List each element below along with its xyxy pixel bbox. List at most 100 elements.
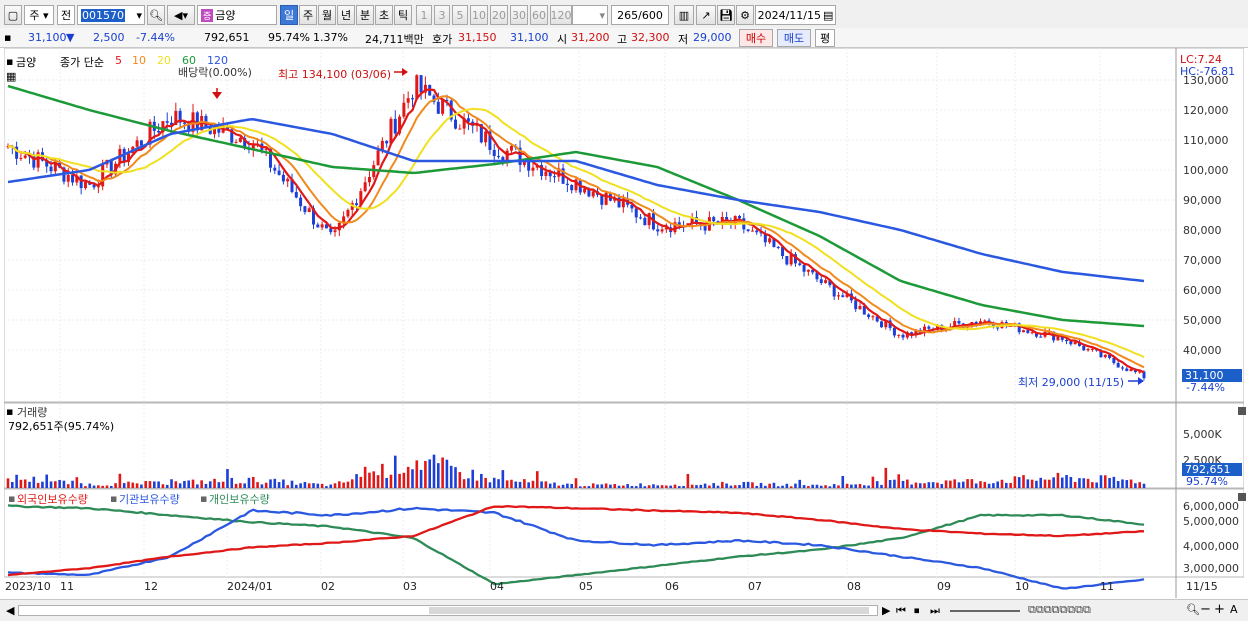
close-icon[interactable] [1238, 407, 1246, 415]
volume-bar [1078, 478, 1081, 488]
volume-bar [746, 481, 750, 488]
custom-interval-select[interactable]: ▾ [572, 5, 608, 25]
sell-button[interactable]: 매도 [777, 29, 811, 47]
volume-bar [1138, 482, 1141, 488]
volume-bar [260, 484, 264, 488]
scrollbar-track[interactable] [18, 605, 878, 616]
volume-bar [561, 484, 565, 488]
chart-area[interactable] [3, 47, 1245, 601]
scroll-left-icon[interactable]: ◀ [6, 604, 14, 617]
volume-bar [66, 484, 70, 488]
volume-bar [1005, 482, 1008, 488]
prev-button[interactable]: 전 [57, 5, 75, 25]
low-annotation: 최저 29,000 (11/15) [1018, 376, 1125, 389]
text-size-icon[interactable]: A [1230, 603, 1238, 616]
volume-bar [213, 478, 216, 488]
candle-body [329, 228, 333, 233]
save-icon[interactable]: 💾︎ [717, 5, 735, 25]
volume-bar [329, 484, 333, 488]
first-icon[interactable]: ⏮ [896, 604, 906, 618]
volume-bar [411, 469, 414, 488]
ma-legend-item[interactable]: 5 [115, 54, 122, 67]
speaker-icon[interactable]: ◀▾ [167, 5, 195, 25]
period-button[interactable]: 월 [318, 5, 336, 25]
stop-icon[interactable]: ⏹ [914, 604, 920, 618]
candle-body [656, 229, 660, 232]
volume-bar [92, 485, 96, 488]
scrollbar-thumb[interactable] [429, 607, 869, 614]
stock-name-field[interactable]: 증 금양 [197, 5, 277, 25]
bid-price-1: 31,150 [458, 31, 497, 44]
volume-bar [135, 483, 139, 488]
last-icon[interactable]: ⏭ [930, 604, 940, 618]
volume-bar [1103, 475, 1107, 488]
period-button[interactable]: 주 [299, 5, 317, 25]
turnover-rate: 1.37% [313, 31, 348, 44]
volume-bar [398, 473, 401, 488]
calendar-icon[interactable]: ▤ [823, 9, 833, 22]
chevron-down-icon[interactable]: ▾ [136, 9, 142, 22]
volume-bar [1082, 478, 1086, 488]
date-tick: 11 [60, 580, 74, 593]
volume-bar [101, 485, 104, 488]
volume-bar [751, 482, 754, 488]
volume-bar [1134, 483, 1137, 488]
volume-bar [669, 485, 672, 488]
volume-bar [454, 467, 457, 488]
ma-legend-prefix: 종가 단순 [60, 56, 104, 69]
volume-bar [548, 483, 552, 488]
interval-button[interactable]: 3 [434, 5, 450, 25]
period-button[interactable]: 분 [356, 5, 374, 25]
period-button[interactable]: 일 [280, 5, 298, 25]
candle-body [871, 316, 875, 318]
minus-icon[interactable]: − [1200, 602, 1211, 617]
ma-legend-item[interactable]: 20 [157, 54, 171, 67]
date-field[interactable]: 2024/11/15 ▤ [755, 5, 836, 25]
candle-body [776, 246, 780, 248]
zoom-slider[interactable] [950, 610, 1020, 612]
holdings-legend-item[interactable]: 개인보유수량 [209, 491, 270, 507]
ma-legend-item[interactable]: 10 [132, 54, 146, 67]
volume-bar [832, 484, 836, 488]
search-icon[interactable]: 🔍︎ [147, 5, 165, 25]
volume-bar [652, 484, 655, 488]
window-icon[interactable]: ▢ [4, 5, 22, 25]
volume-bar [1086, 478, 1090, 488]
tool-icons[interactable]: ⧉⧉⧉⧉⧉⧉⧉⧉ [1028, 603, 1091, 617]
zoom-icon[interactable]: 🔍︎ [1186, 603, 1200, 616]
close-icon[interactable] [1238, 493, 1246, 501]
volume-bar [544, 481, 548, 488]
volume-bar [824, 485, 827, 488]
candle-body [552, 176, 556, 178]
scroll-right-icon[interactable]: ▶ [882, 604, 890, 617]
interval-button[interactable]: 5 [452, 5, 468, 25]
chart-tool-icon[interactable]: ↗ [696, 5, 716, 25]
code-input[interactable]: 001570 ▾ [77, 5, 145, 25]
volume-bar [1129, 479, 1133, 488]
interval-button[interactable]: 10 [470, 5, 488, 25]
interval-button[interactable]: 120 [550, 5, 572, 25]
chart-svg[interactable] [3, 47, 1245, 598]
interval-button[interactable]: 20 [490, 5, 508, 25]
settings-icon[interactable]: ▦ [6, 70, 16, 83]
candle-body [333, 230, 337, 233]
volume-bar [28, 481, 31, 488]
trade-amount: 24,711백만 [365, 33, 424, 46]
candle-body [1090, 348, 1094, 350]
holdings-legend-item[interactable]: 기관보유수량 [119, 491, 180, 507]
interval-button[interactable]: 30 [510, 5, 528, 25]
interval-button[interactable]: 1 [416, 5, 432, 25]
plus-icon[interactable]: + [1214, 602, 1225, 617]
eval-button[interactable]: 평 [815, 29, 835, 47]
period-button[interactable]: 년 [337, 5, 355, 25]
count-field[interactable]: 265/600 [611, 5, 669, 25]
candle-icon[interactable]: ▥ [674, 5, 694, 25]
period-button[interactable]: 틱 [394, 5, 412, 25]
buy-button[interactable]: 매수 [739, 29, 773, 47]
candle-body [497, 156, 501, 158]
period-button[interactable]: 초 [375, 5, 393, 25]
gear-icon[interactable]: ⚙ [736, 5, 754, 25]
market-select[interactable]: 주 ▾ [24, 5, 54, 25]
interval-button[interactable]: 60 [530, 5, 548, 25]
holdings-legend-item[interactable]: 외국인보유수량 [17, 491, 88, 507]
